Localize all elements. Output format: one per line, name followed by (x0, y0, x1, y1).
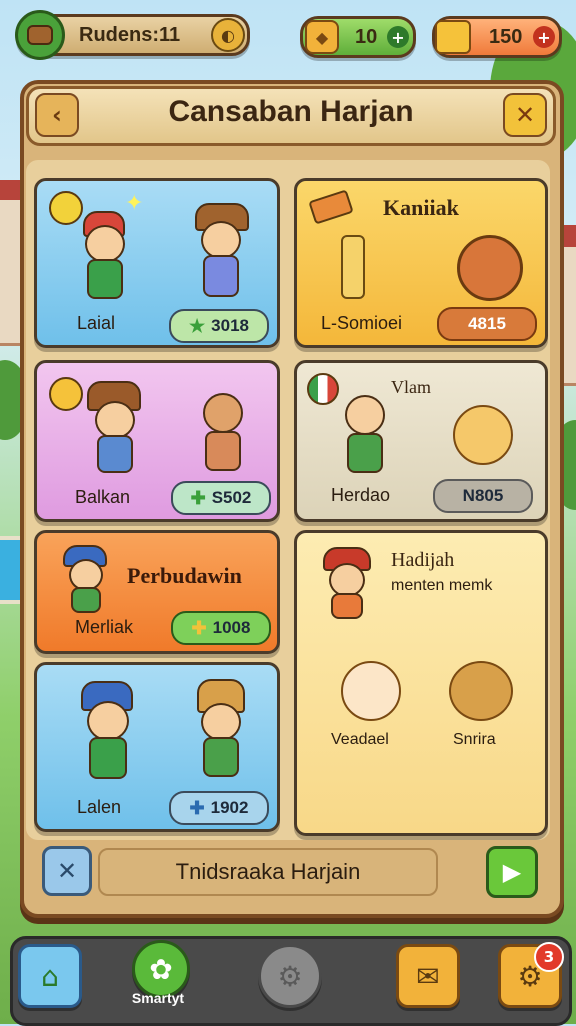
card-title: Hadijah (391, 549, 455, 571)
character-brown-hat (187, 203, 253, 299)
play-button[interactable]: ▶ (486, 846, 538, 898)
card-title: Perbudawin (127, 563, 242, 588)
item-label-2: Snrira (453, 731, 496, 748)
card-label: Laial (77, 313, 116, 333)
price-button[interactable]: ✚ 1008 (171, 611, 271, 645)
shuffle-button[interactable]: ✕ (42, 846, 92, 896)
gold-currency-pill[interactable]: 150 + (432, 16, 562, 58)
shop-card-4[interactable]: Vlam Herdao N805 (294, 360, 548, 522)
card-label: Lalen (77, 797, 122, 817)
coin-icon (457, 235, 523, 301)
shop-card-3[interactable]: Balkan ✚ S502 (34, 360, 280, 522)
character-red-hat (73, 211, 133, 301)
character-pigtails (71, 681, 141, 781)
footer-bar[interactable]: Tnidsraaka Harjain (98, 848, 438, 896)
price-button[interactable]: 4815 (437, 307, 537, 341)
gear-outline-icon: ⚙ (277, 959, 303, 993)
nav-center[interactable]: ⚙ (258, 944, 322, 1008)
home-icon: ⌂ (41, 959, 59, 993)
page-title: Cansaban Harjan (168, 95, 414, 128)
gold-currency-value: 150 (489, 25, 523, 48)
close-icon: ✕ (56, 857, 78, 885)
player-avatar-icon (15, 10, 65, 60)
card-subtitle: menten memk (391, 577, 493, 594)
player-label: Rudens:11 (79, 23, 181, 46)
plus-icon: ✚ (191, 617, 207, 638)
plus-icon: ✚ (189, 797, 205, 818)
price-button[interactable]: ★ 3018 (169, 309, 269, 343)
character-girl (191, 387, 251, 473)
emoji-badge-icon (49, 377, 83, 411)
board-header: ‹ Cansaban Harjan ✕ (26, 86, 556, 146)
item-label-1: Veadael (331, 731, 389, 748)
card-title: Kaniiak (383, 195, 459, 220)
close-icon: ✕ (514, 101, 536, 129)
player-info-button[interactable]: ◐ (211, 18, 245, 52)
card-grid: ✦ Laial ★ 3018 Kaniiak L-Somioei 4815 Ba… (26, 160, 550, 840)
play-icon: ▶ (502, 858, 522, 886)
shop-card-1[interactable]: ✦ Laial ★ 3018 (34, 178, 280, 348)
card-label: L-Somioei (321, 313, 403, 333)
bear-icon (449, 661, 513, 721)
cart-icon: ✉ (416, 959, 440, 993)
price-value: 4815 (468, 314, 506, 333)
price-value: 1008 (212, 618, 251, 637)
price-button[interactable]: ✚ S502 (171, 481, 271, 515)
cat-icon (341, 661, 401, 721)
card-label: Merliak (75, 617, 134, 637)
ticket-icon (308, 189, 354, 225)
potion-icon (341, 235, 365, 299)
character-red-cap (319, 547, 375, 619)
character-boy (333, 389, 393, 475)
price-value: 3018 (211, 316, 249, 335)
character-top-hat (187, 679, 253, 779)
add-gold-currency-icon[interactable]: + (533, 26, 555, 48)
shop-card-6[interactable]: Hadijah menten memk Veadael Snrira (294, 530, 548, 836)
price-value: 1902 (210, 798, 249, 817)
footer-label: Tnidsraaka Harjain (175, 859, 361, 884)
character-blue-hat (59, 545, 109, 613)
green-currency-pill[interactable]: ◆ 10 + (300, 16, 416, 58)
price-button[interactable]: ✚ 1902 (169, 791, 269, 825)
gold-bar-icon (435, 20, 471, 54)
card-title: Vlam (391, 377, 431, 397)
hamster-icon (453, 405, 513, 465)
character-cowboy (81, 381, 145, 473)
star-icon: ★ (189, 315, 206, 336)
shop-card-2[interactable]: Kaniiak L-Somioei 4815 (294, 178, 548, 348)
plus-icon: ✚ (190, 487, 206, 508)
close-button[interactable]: ✕ (503, 93, 547, 137)
nav-home[interactable]: ⌂ (18, 944, 82, 1008)
shop-card-7[interactable]: Lalen ✚ 1902 (34, 662, 280, 832)
leaf-icon: ✿ (149, 952, 173, 986)
card-label: Balkan (75, 487, 131, 507)
player-level-pill[interactable]: Rudens:11 ◐ (15, 10, 250, 60)
shop-card-5[interactable]: Perbudawin Merliak ✚ 1008 (34, 530, 280, 654)
card-label: Herdao (331, 485, 391, 505)
nav-shop[interactable]: ✉ (396, 944, 460, 1008)
notification-badge: 3 (534, 942, 564, 972)
green-currency-value: 10 (355, 25, 378, 48)
add-green-currency-icon[interactable]: + (387, 26, 409, 48)
price-value: S502 (211, 488, 252, 507)
nav-smartyt-label: Smartyt (131, 990, 185, 1006)
price-button[interactable]: N805 (433, 479, 533, 513)
gem-icon: ◆ (305, 20, 339, 54)
price-value: N805 (462, 486, 504, 505)
